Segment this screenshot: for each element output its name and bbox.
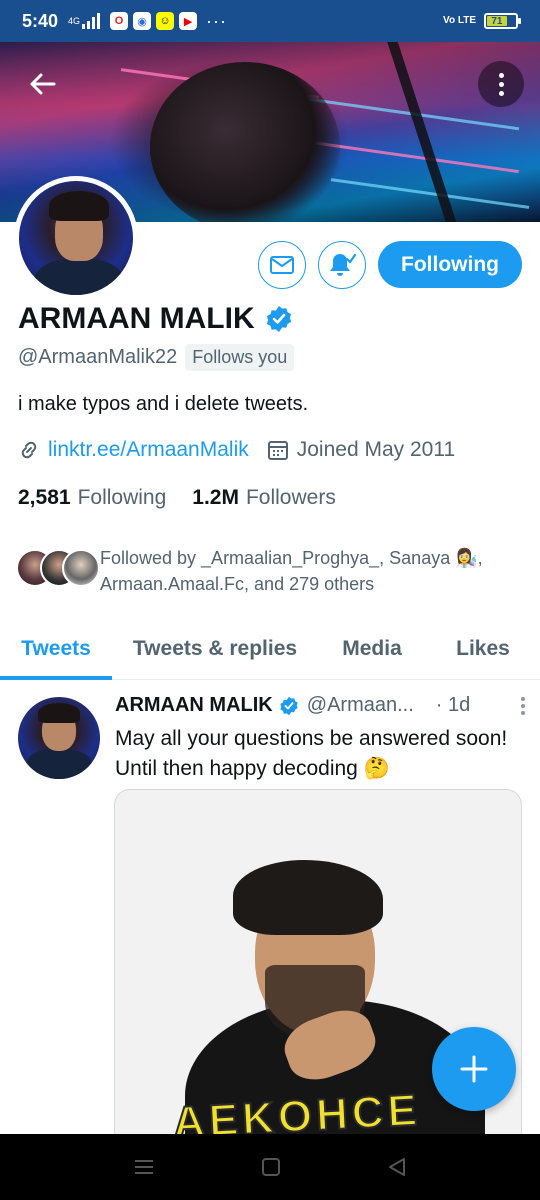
following-stat[interactable]: 2,581 Following <box>18 486 166 510</box>
verified-badge-icon <box>280 696 298 715</box>
tweet-author-handle: @Armaan... <box>306 694 414 716</box>
back-button[interactable] <box>22 64 62 104</box>
follows-you-badge: Follows you <box>185 344 295 371</box>
opera-icon: O <box>110 12 129 30</box>
network-type: 4G <box>68 16 81 26</box>
more-options-button[interactable] <box>478 61 524 107</box>
followed-by-line: Followed by _Armaalian_Proghya_, Sanaya … <box>100 548 483 568</box>
followed-by-section[interactable]: Followed by _Armaalian_Proghya_, Sanaya … <box>16 545 483 597</box>
plus-icon <box>460 1055 488 1083</box>
battery-icon: 71 <box>484 13 521 29</box>
bell-check-icon <box>330 253 357 276</box>
recent-apps-icon[interactable] <box>133 1158 155 1176</box>
tab-tweets-replies[interactable]: Tweets & replies <box>112 618 318 679</box>
status-time: 5:40 <box>22 10 59 31</box>
calendar-icon <box>267 441 288 460</box>
tweet-author-name[interactable]: ARMAAN MALIK <box>115 694 273 717</box>
tweet-time: · 1d <box>435 694 471 716</box>
tab-media[interactable]: Media <box>318 618 426 679</box>
back-icon[interactable] <box>387 1157 407 1177</box>
message-button[interactable] <box>258 241 306 289</box>
following-button[interactable]: Following <box>378 241 522 288</box>
volte-icon: Vo LTE <box>443 15 476 26</box>
more-notifications-icon: ··· <box>206 10 228 31</box>
followed-by-line: Armaan.Amaal.Fc, and 279 others <box>100 574 375 594</box>
profile-name-row: ARMAAN MALIK <box>18 302 293 336</box>
handle-row: @ArmaanMalik22 Follows you <box>18 344 295 371</box>
tweet-more-icon[interactable] <box>521 696 525 715</box>
youtube-icon: ▶ <box>179 12 198 30</box>
android-nav-bar <box>0 1134 540 1200</box>
back-arrow-icon <box>30 73 56 95</box>
following-label: Following <box>77 486 167 509</box>
link-icon <box>21 441 37 459</box>
avatar <box>62 549 100 587</box>
joined-date: Joined May 2011 <box>296 438 456 461</box>
profile-handle: @ArmaanMalik22 <box>18 346 178 368</box>
follow-stats: 2,581 Following 1.2M Followers <box>18 486 362 510</box>
followers-label: Followers <box>245 486 336 509</box>
tweet-header: ARMAAN MALIK @Armaan... · 1d <box>115 694 525 717</box>
tweet-text: May all your questions be answered soon!… <box>115 727 508 780</box>
compose-tweet-button[interactable] <box>432 1027 516 1111</box>
tweet-avatar[interactable] <box>18 697 100 779</box>
profile-tabs: Tweets Tweets & replies Media Likes <box>0 618 540 680</box>
following-count: 2,581 <box>18 486 71 509</box>
mail-icon <box>270 256 294 274</box>
profile-avatar[interactable] <box>14 176 138 300</box>
home-icon[interactable] <box>261 1157 281 1177</box>
profile-bio: i make typos and i delete tweets. <box>18 393 309 415</box>
signal-icon <box>82 13 101 29</box>
profile-link[interactable]: linktr.ee/ArmaanMalik <box>48 438 249 462</box>
status-bar: 5:40 4G O ◉ ☺ ▶ ··· Vo LTE 71 <box>0 0 540 42</box>
banner-person <box>150 62 340 222</box>
banner-light-streak <box>330 178 530 209</box>
tab-likes[interactable]: Likes <box>426 618 540 679</box>
app-icon: ◉ <box>133 12 152 30</box>
battery-level: 71 <box>487 16 507 27</box>
snapchat-icon: ☺ <box>156 12 175 30</box>
followed-by-text: Followed by _Armaalian_Proghya_, Sanaya … <box>100 545 483 597</box>
notifications-button[interactable] <box>318 241 366 289</box>
tab-tweets[interactable]: Tweets <box>0 618 112 680</box>
profile-meta: linktr.ee/ArmaanMalik Joined May 2011 <box>18 438 455 462</box>
followers-count: 1.2M <box>192 486 239 509</box>
followed-by-avatars <box>16 549 100 589</box>
verified-badge-icon <box>266 306 291 332</box>
profile-name: ARMAAN MALIK <box>18 302 255 335</box>
followers-stat[interactable]: 1.2M Followers <box>192 486 336 510</box>
